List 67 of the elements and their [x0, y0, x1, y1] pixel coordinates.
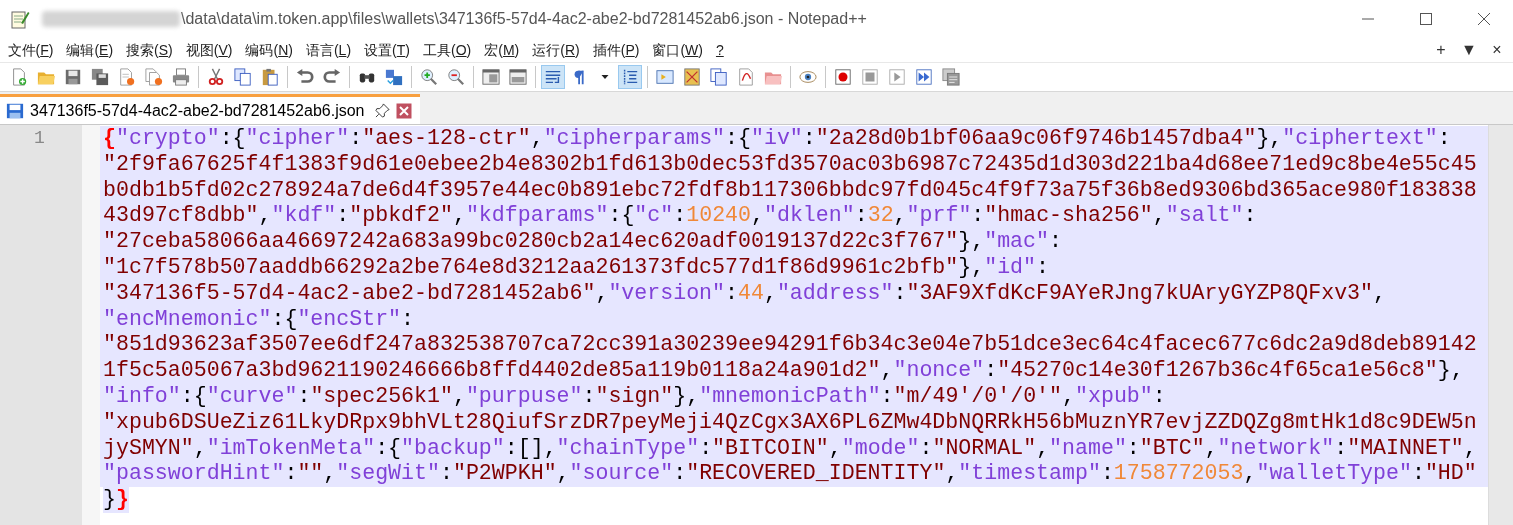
indent-guide-button[interactable] — [617, 65, 642, 89]
document-icon — [736, 68, 755, 86]
code-line: "passwordHint":"","segWit":"P2WPKH","source":"RECOVERED_IDENTITY","timestamp":1758772053,"walletType":"HD" — [103, 461, 1477, 488]
scissors-icon — [206, 68, 225, 86]
page-close-icon — [117, 68, 136, 86]
menu-item[interactable]: 插件(P) — [586, 39, 646, 61]
line-number: 1 — [33, 127, 45, 150]
record-icon — [833, 68, 852, 86]
code-line: b0db1b5fd02c278924a7de6d4f3957e44ec0b891ebc72fdf8b117306bbdc97fd045c4f9f73a75f36b8ed9306bd365ace980f183838 — [103, 177, 1477, 204]
eye-icon — [798, 68, 817, 86]
fast-forward-icon — [914, 68, 933, 86]
undo-icon — [295, 68, 314, 86]
menu-item[interactable]: 语言(L) — [299, 39, 358, 61]
tab-list-button[interactable]: ▼ — [1455, 38, 1483, 62]
code-line: 43d97cf8dbb","kdf":"pbkdf2","kdfparams":{"c":10240,"dklen":32,"prf":"hmac-sha256","salt": — [103, 203, 1257, 230]
code-line: "851d93623af3507ee6df247a832538707ca72cc391a30239ee94291f6b34c3e04e7b51dce3ec64c4facec677c6dc2a9d8deb89142 — [103, 332, 1477, 359]
maximize-icon — [1419, 12, 1433, 26]
code-line: "2f9fa67625f4f1383f9d61e0ebee2b4e8302b1fd613b0dec53fd3570ac03b6987c72435d1d303d221ba4d68ee71ed9c8be4e55c45 — [103, 151, 1477, 178]
split-window-icon — [508, 68, 527, 86]
new-tab-button[interactable]: + — [1427, 38, 1455, 62]
pages-icon — [709, 68, 728, 86]
file-tab[interactable]: 347136f5-57d4-4ac2-abe2-bd7281452ab6.json — [0, 94, 420, 124]
split-window-icon — [481, 68, 500, 86]
menu-item[interactable]: 搜索(S) — [119, 39, 180, 61]
code-line: "xpub6DSUeZiz61LkyDRpx9bhVLt28QiufSrzDR7peyMeji4QzCgx3AX6PL6ZMw4DbNQRRkH56bMuznYR7evjZZDQZg8mtHk1d8c9DEW5n — [103, 409, 1477, 436]
code-line: "encMnemonic":{"encStr": — [103, 306, 415, 333]
zoom-in-icon — [419, 68, 438, 86]
word-wrap-icon — [543, 68, 562, 86]
scrollbar[interactable] — [1488, 125, 1513, 525]
menu-item[interactable]: 视图(V) — [179, 39, 239, 61]
code-line: "27ceba58066aa46697242a683a99bc0280cb2a14ec620adf0019137d22c3f767"},"mac": — [103, 229, 1062, 255]
menu-item[interactable]: 工具(O) — [416, 39, 478, 61]
code-line: "1c7f578b507aaddb66292a2be764e8d3212aa261373fdc577d1f86d9961c2bfb"},"id": — [103, 255, 1049, 281]
redo-icon — [322, 68, 341, 86]
close-icon[interactable] — [395, 102, 412, 119]
stop-icon — [860, 68, 879, 86]
play-icon — [887, 68, 906, 86]
menu-item[interactable]: 运行(R) — [525, 39, 587, 61]
map-icon — [682, 68, 701, 86]
panel-icon — [655, 68, 674, 86]
list-window-icon — [941, 68, 960, 86]
code-line: "info":{"curve":"spec256k1","purpuse":"sign"},"mnemonicPath":"m/49'/0'/0'","xpub": — [103, 383, 1166, 410]
replace-icon — [384, 68, 403, 86]
code-line: 1f5c5a05067a3bd9621190246666b8ffd4402de85a119b0118a24a901d2","nonce":"45270c14e30f1267b36c4f65ca1e56c8"}, — [103, 358, 1464, 384]
code-line: jySMYN","imTokenMeta":{"backup":[],"chainType":"BITCOIN","mode":"NORMAL","name":"BTC","network":"MAINNET", — [103, 435, 1477, 462]
menu-item[interactable]: 宏(M) — [477, 39, 526, 61]
word-wrap-button[interactable] — [540, 65, 565, 89]
zoom-out-icon — [446, 68, 465, 86]
close-icon — [1477, 12, 1491, 26]
menu-item[interactable]: 编辑(E) — [59, 39, 120, 61]
menu-item[interactable]: 设置(T) — [357, 39, 417, 61]
pin-icon[interactable] — [374, 103, 390, 118]
clipboard-icon — [260, 68, 279, 86]
floppy-disks-icon — [90, 68, 109, 86]
window-title: \data\data\im.token.app\files\wallets\347136f5-57d4-4ac2-abe2-bd7281452ab6.json - Notepad++ — [181, 9, 867, 29]
copy-icon — [233, 68, 252, 86]
code-line: {"crypto":{"cipher":"aes-128-ctr","cipherparams":{"iv":"2a28d0b1bf06aa9c06f9746b1457dba4"},"ciphertext": — [103, 126, 1451, 152]
tab-label: 347136f5-57d4-4ac2-abe2-bd7281452ab6.json — [30, 100, 365, 121]
menu-item[interactable]: 窗口(W) — [645, 39, 710, 61]
menu-item[interactable]: 编码(N) — [238, 39, 300, 61]
code-line: "347136f5-57d4-4ac2-abe2-bd7281452ab6","version":44,"address":"3AF9XfdKcF9AYeRJng7kUAryGYZP8QFxv3", — [103, 280, 1386, 307]
notepad-icon — [10, 9, 30, 29]
printer-icon — [171, 68, 190, 86]
menu-item[interactable]: 文件(F) — [1, 39, 60, 61]
menu-item[interactable]: ? — [709, 39, 731, 61]
pages-close-icon — [144, 68, 163, 86]
close-tab-button[interactable]: × — [1483, 38, 1511, 62]
